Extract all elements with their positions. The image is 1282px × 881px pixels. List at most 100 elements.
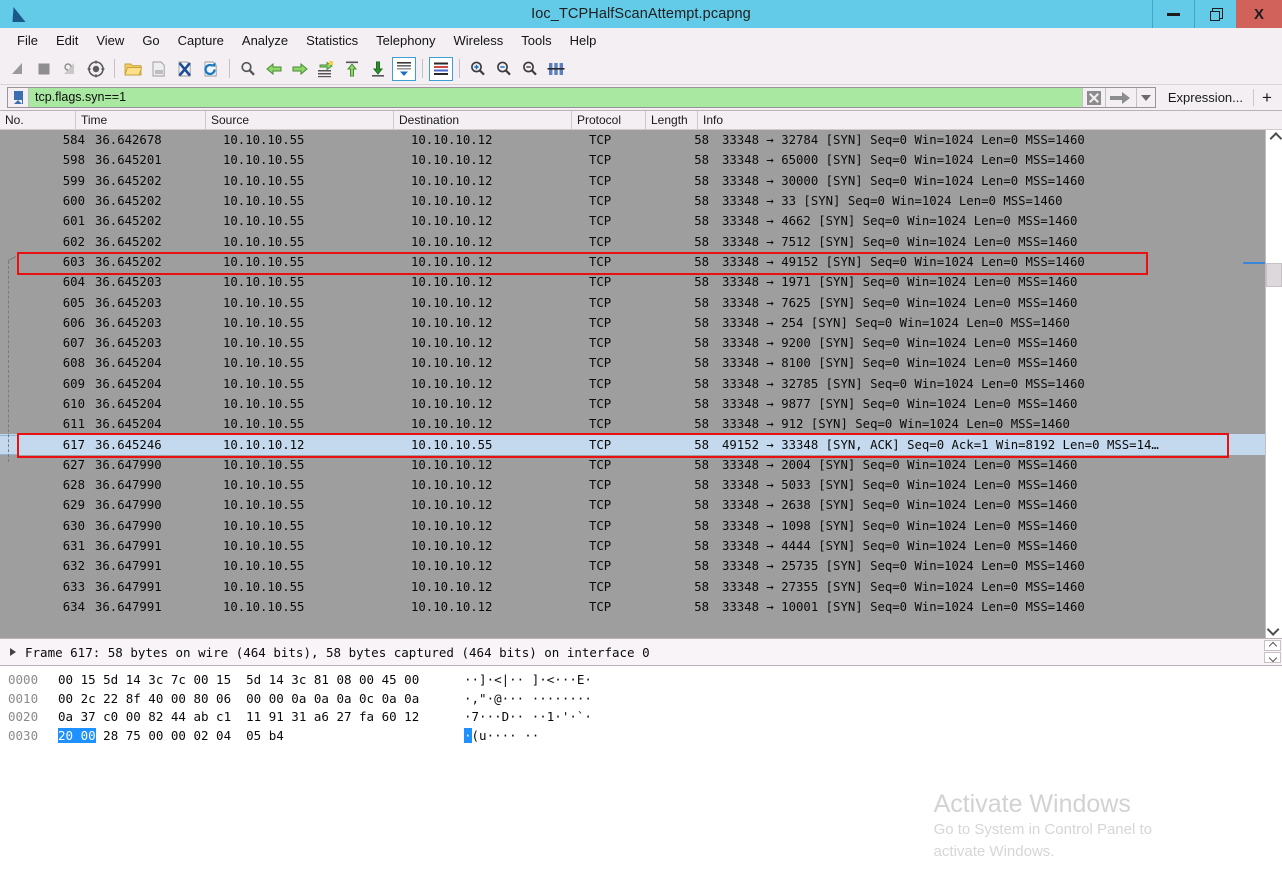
menu-statistics[interactable]: Statistics [297,31,367,50]
zoom-in-icon[interactable] [466,57,490,81]
column-header-protocol[interactable]: Protocol [572,111,646,129]
table-row[interactable]: 631 36.647991 10.10.10.55 10.10.10.12 TCP 58 3… [0,536,1265,556]
menu-file[interactable]: File [8,31,47,50]
table-row[interactable]: 611 36.645204 10.10.10.55 10.10.10.12 TCP 58 3… [0,414,1265,434]
close-button[interactable]: X [1236,0,1282,28]
display-filter-input[interactable]: tcp.flags.syn==1 [29,88,1082,107]
table-row[interactable]: 634 36.647991 10.10.10.55 10.10.10.12 TCP 58 3… [0,597,1265,617]
colorize-packets-icon[interactable] [429,56,453,81]
hex-line[interactable]: 0020 0a 37 c0 00 82 44 ab c1 11 91 31 a6… [0,708,1282,727]
apply-filter-button[interactable] [1104,88,1136,107]
table-row[interactable]: 627 36.647990 10.10.10.55 10.10.10.12 TCP 58 3… [0,455,1265,475]
start-capture-icon[interactable] [6,57,30,81]
packet-bytes-pane[interactable]: 0000 00 15 5d 14 3c 7c 00 15 5d 14 3c 81… [0,665,1282,881]
resize-columns-icon[interactable] [544,57,568,81]
table-row[interactable]: 602 36.645202 10.10.10.55 10.10.10.12 TCP 58 3… [0,231,1265,251]
menu-telephony[interactable]: Telephony [367,31,444,50]
menu-capture[interactable]: Capture [169,31,233,50]
table-row[interactable]: 584 36.642678 10.10.10.55 10.10.10.12 TCP 58 3… [0,130,1265,150]
restore-button[interactable] [1194,0,1236,28]
zoom-reset-icon[interactable] [518,57,542,81]
column-header-source[interactable]: Source [206,111,394,129]
pane-resize-controls[interactable] [1264,640,1281,663]
table-row[interactable]: 600 36.645202 10.10.10.55 10.10.10.12 TCP 58 3… [0,191,1265,211]
packet-detail-frame-row[interactable]: Frame 617: 58 bytes on wire (464 bits), … [0,645,650,660]
packet-list-scrollbar[interactable] [1265,130,1282,638]
open-file-icon[interactable] [121,57,145,81]
stop-capture-icon[interactable] [32,57,56,81]
hex-ascii[interactable]: ·7···D·· ··1·'·`· [464,708,592,727]
menu-view[interactable]: View [87,31,133,50]
go-first-packet-icon[interactable] [340,57,364,81]
go-to-packet-icon[interactable] [314,57,338,81]
zoom-out-icon[interactable] [492,57,516,81]
hex-ascii[interactable]: ·(u···· ·· [464,727,539,746]
close-file-icon[interactable] [173,57,197,81]
filter-history-dropdown[interactable] [1135,88,1155,107]
hex-line[interactable]: 0030 20 00 28 75 00 00 02 04 05 b4 ·(u··… [0,727,1282,746]
table-row[interactable]: 633 36.647991 10.10.10.55 10.10.10.12 TCP 58 3… [0,577,1265,597]
table-row[interactable]: 604 36.645203 10.10.10.55 10.10.10.12 TCP 58 3… [0,272,1265,292]
menu-tools[interactable]: Tools [512,31,560,50]
hex-remaining-bytes[interactable]: 28 75 00 00 02 04 05 b4 [96,728,284,743]
table-row[interactable]: 630 36.647990 10.10.10.55 10.10.10.12 TCP 58 3… [0,516,1265,536]
table-row[interactable]: 617 36.645246 10.10.10.12 10.10.10.55 TCP 58 4… [0,434,1265,455]
menu-analyze[interactable]: Analyze [233,31,297,50]
hex-selected-ascii[interactable]: · [464,727,472,743]
minimize-button[interactable] [1152,0,1194,28]
pane-collapse-up-button[interactable] [1264,640,1281,651]
table-row[interactable]: 599 36.645202 10.10.10.55 10.10.10.12 TCP 58 3… [0,171,1265,191]
menu-help[interactable]: Help [561,31,606,50]
hex-bytes[interactable]: 00 15 5d 14 3c 7c 00 15 5d 14 3c 81 08 0… [44,671,464,690]
filter-expression-button[interactable]: Expression... [1156,90,1253,105]
table-row[interactable]: 607 36.645203 10.10.10.55 10.10.10.12 TCP 58 3… [0,333,1265,353]
column-header-destination[interactable]: Destination [394,111,572,129]
reload-file-icon[interactable] [199,57,223,81]
column-header-no[interactable]: No. [0,111,76,129]
hex-remaining-ascii[interactable]: (u···· ·· [472,728,540,743]
table-row[interactable]: 608 36.645204 10.10.10.55 10.10.10.12 TCP 58 3… [0,353,1265,373]
save-file-icon[interactable] [147,57,171,81]
table-row[interactable]: 603 36.645202 10.10.10.55 10.10.10.12 TCP 58 3… [0,252,1265,272]
table-row[interactable]: 609 36.645204 10.10.10.55 10.10.10.12 TCP 58 3… [0,374,1265,394]
hex-bytes[interactable]: 20 00 28 75 00 00 02 04 05 b4 [44,727,464,746]
scroll-up-button[interactable] [1266,130,1282,147]
hex-line[interactable]: 0010 00 2c 22 8f 40 00 80 06 00 00 0a 0a… [0,690,1282,709]
hex-ascii[interactable]: ·,"·@··· ········ [464,690,592,709]
table-row[interactable]: 606 36.645203 10.10.10.55 10.10.10.12 TCP 58 3… [0,313,1265,333]
go-last-packet-icon[interactable] [366,57,390,81]
table-row[interactable]: 605 36.645203 10.10.10.55 10.10.10.12 TCP 58 3… [0,292,1265,312]
hex-ascii[interactable]: ··]·<|·· ]·<···E· [464,671,592,690]
table-row[interactable]: 629 36.647990 10.10.10.55 10.10.10.12 TCP 58 3… [0,495,1265,515]
menu-wireless[interactable]: Wireless [444,31,512,50]
expand-triangle-icon[interactable] [10,648,16,656]
table-row[interactable]: 610 36.645204 10.10.10.55 10.10.10.12 TCP 58 3… [0,394,1265,414]
table-row[interactable]: 628 36.647990 10.10.10.55 10.10.10.12 TCP 58 3… [0,475,1265,495]
restart-capture-icon[interactable] [58,57,82,81]
column-header-length[interactable]: Length [646,111,698,129]
packet-rows-container[interactable]: 584 36.642678 10.10.10.55 10.10.10.12 TCP 58 3… [0,130,1265,638]
menu-edit[interactable]: Edit [47,31,87,50]
table-row[interactable]: 632 36.647991 10.10.10.55 10.10.10.12 TCP 58 3… [0,556,1265,576]
hex-line[interactable]: 0000 00 15 5d 14 3c 7c 00 15 5d 14 3c 81… [0,671,1282,690]
column-header-info[interactable]: Info [698,111,1265,129]
auto-scroll-icon[interactable] [392,56,416,81]
menu-go[interactable]: Go [133,31,168,50]
go-back-icon[interactable] [262,57,286,81]
clear-filter-button[interactable] [1081,88,1105,107]
go-forward-icon[interactable] [288,57,312,81]
pane-collapse-down-button[interactable] [1264,652,1281,663]
table-row[interactable]: 598 36.645201 10.10.10.55 10.10.10.12 TCP 58 3… [0,150,1265,170]
filter-bookmark-button[interactable] [8,88,29,107]
find-packet-icon[interactable] [236,57,260,81]
scroll-down-button[interactable] [1266,621,1282,638]
column-header-time[interactable]: Time [76,111,206,129]
hex-bytes[interactable]: 00 2c 22 8f 40 00 80 06 00 00 0a 0a 0a 0… [44,690,464,709]
add-filter-button[interactable]: + [1254,87,1280,108]
table-row[interactable]: 601 36.645202 10.10.10.55 10.10.10.12 TCP 58 3… [0,211,1265,231]
capture-options-icon[interactable] [84,57,108,81]
scrollbar-thumb[interactable] [1266,263,1282,287]
hex-selected-bytes[interactable]: 20 00 [58,727,96,743]
hex-bytes[interactable]: 0a 37 c0 00 82 44 ab c1 11 91 31 a6 27 f… [44,708,464,727]
filter-input-container[interactable]: tcp.flags.syn==1 [7,87,1156,108]
